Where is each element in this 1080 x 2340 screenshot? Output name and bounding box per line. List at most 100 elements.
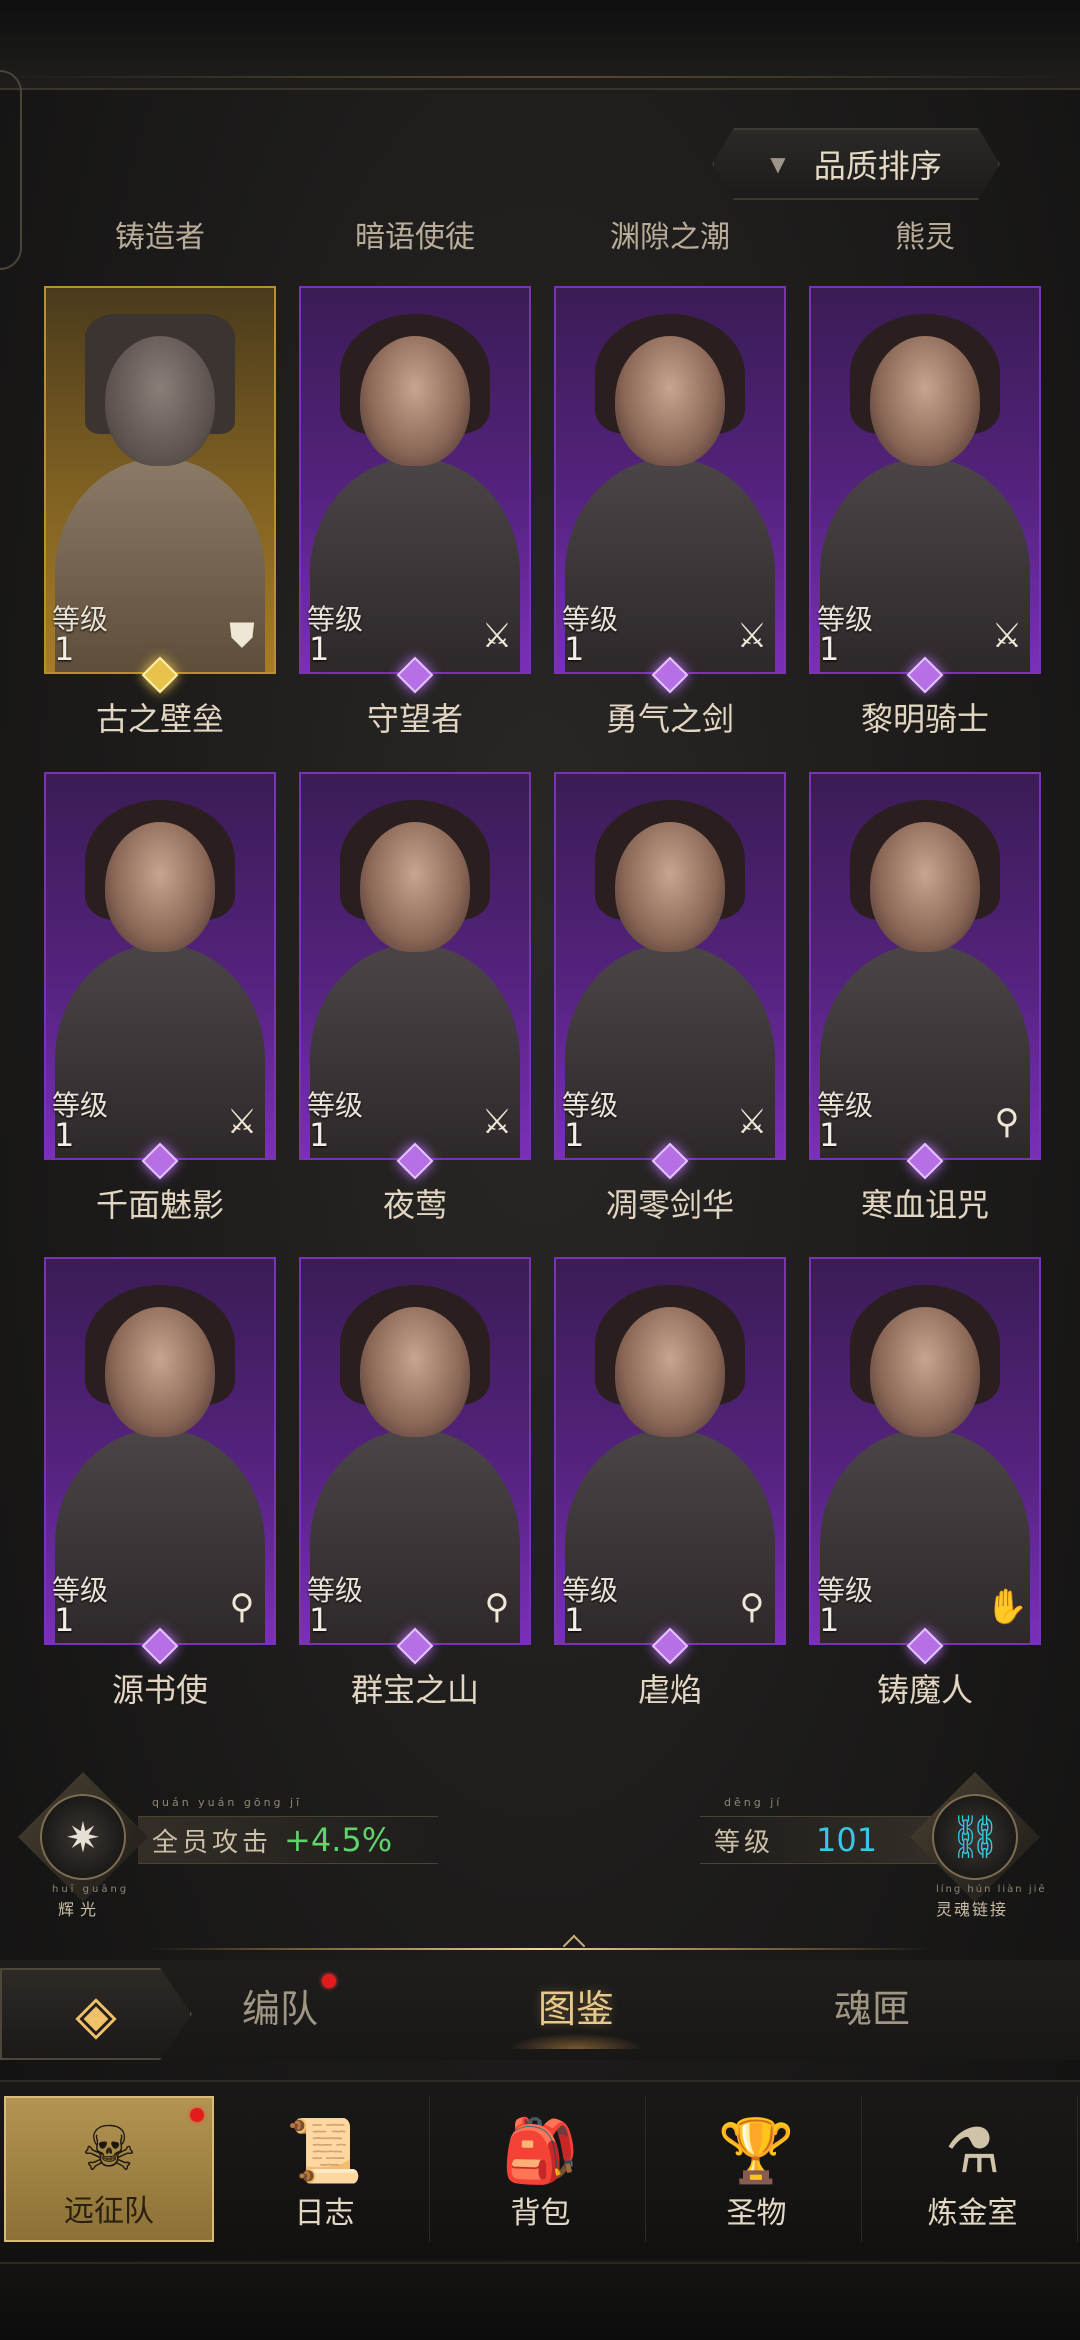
- level-label: 等级: [714, 1827, 775, 1858]
- team-attack-bonus[interactable]: 全员攻击 +4.5% quán yuán gōng jī ✷ huī guāng…: [18, 1772, 438, 1919]
- sword-icon: ⚔: [736, 616, 768, 656]
- partial-hero-name: 铸造者: [115, 220, 205, 252]
- soul-link-caption: 灵魂链接: [936, 1900, 1009, 1919]
- hero-card[interactable]: 等级 1 ⚔: [299, 772, 531, 1180]
- tab-formation[interactable]: 编队: [242, 1978, 318, 2033]
- hero-level-value: 1: [309, 630, 330, 668]
- bottom-ornament: [0, 2262, 1080, 2340]
- staff-icon: ⚲: [739, 1587, 765, 1627]
- sort-label: 品质排序: [813, 147, 942, 185]
- hero-level-value: 1: [54, 1601, 75, 1639]
- hero-card[interactable]: 等级 1 ⚔: [299, 286, 531, 694]
- hero-card[interactable]: 等级 1 ⚲: [554, 1257, 786, 1665]
- hero-level-value: 1: [54, 630, 75, 668]
- dropdown-arrow-icon: ▼: [770, 152, 786, 176]
- hero-name: 夜莺: [382, 1186, 447, 1224]
- hero-level-value: 1: [819, 630, 840, 668]
- nav-label: 圣物: [726, 2196, 787, 2231]
- hero-name: 勇气之剑: [605, 700, 734, 738]
- bag-icon: 🎒: [501, 2114, 580, 2187]
- chain-link-icon: ⛓: [932, 1794, 1018, 1880]
- partial-hero-name: 暗语使徒: [355, 220, 475, 252]
- nav-label: 背包: [510, 2196, 571, 2231]
- hero-name: 源书使: [111, 1671, 208, 1709]
- hand-icon: ✋: [985, 1587, 1029, 1627]
- helmet-icon: ☠: [81, 2112, 137, 2185]
- sword-icon: ⚔: [481, 616, 513, 656]
- hero-level-value: 1: [564, 630, 585, 668]
- hero-level-value: 1: [309, 1601, 330, 1639]
- hero-level-value: 1: [819, 1116, 840, 1154]
- hero-card[interactable]: 等级 1 ⛊: [44, 286, 276, 694]
- attack-bonus-bar: 全员攻击 +4.5%: [138, 1816, 438, 1864]
- soul-link-level-bar: 等级 101: [700, 1816, 940, 1864]
- nav-scroll[interactable]: 📜 日志: [220, 2096, 430, 2242]
- nav-bag[interactable]: 🎒 背包: [436, 2096, 646, 2242]
- glow-emblem-caption: 辉光: [58, 1900, 103, 1919]
- level-value: 101: [816, 1821, 878, 1859]
- chalice-icon: 🏆: [717, 2114, 796, 2187]
- shield-icon: ⛊: [229, 616, 255, 656]
- hero-level-value: 1: [54, 1116, 75, 1154]
- attack-value: +4.5%: [284, 1821, 393, 1859]
- hero-card[interactable]: 等级 1 ⚲: [44, 1257, 276, 1665]
- staff-icon: ⚲: [229, 1587, 255, 1627]
- glow-emblem-pinyin: huī guāng: [52, 1884, 130, 1895]
- back-button[interactable]: ◈: [0, 1968, 192, 2060]
- sword-icon: ⚔: [226, 1102, 258, 1142]
- tab-soul-box[interactable]: 魂匣: [834, 1978, 910, 2033]
- nav-label: 日志: [294, 2196, 355, 2231]
- staff-icon: ⚲: [484, 1587, 510, 1627]
- hero-name: 守望者: [366, 700, 463, 738]
- top-ornament: [0, 0, 1080, 90]
- hero-card[interactable]: 等级 1 ⚔: [554, 772, 786, 1180]
- notification-badge: [190, 2108, 204, 2122]
- hero-card[interactable]: 等级 1 ⚲: [299, 1257, 531, 1665]
- hero-card[interactable]: 等级 1 ✋: [809, 1257, 1041, 1665]
- alchemy-icon: ⚗: [944, 2114, 1001, 2187]
- sunburst-sword-icon: ✷: [40, 1794, 126, 1880]
- hero-card[interactable]: 等级 1 ⚔: [44, 772, 276, 1180]
- nav-label: 远征队: [64, 2194, 154, 2229]
- soul-link-level[interactable]: 等级 101 děng jí ⛓ líng hún liàn jiē 灵魂链接: [640, 1772, 1060, 1919]
- attack-pinyin: quán yuán gōng jī: [152, 1796, 303, 1809]
- hero-name: 寒血诅咒: [860, 1186, 989, 1224]
- hero-name: 千面魅影: [95, 1186, 224, 1224]
- sub-tab-bar: ◈ 编队 图鉴 魂匣: [0, 1960, 1080, 2060]
- glow-emblem[interactable]: ✷: [18, 1772, 148, 1902]
- bottom-navigation: ☠ 远征队 📜 日志 🎒 背包 🏆 圣物 ⚗ 炼金室: [0, 2080, 1080, 2260]
- hero-card[interactable]: 等级 1 ⚲: [809, 772, 1041, 1180]
- scroll-icon: 📜: [285, 2114, 364, 2187]
- tab-codex[interactable]: 图鉴: [507, 1978, 645, 2049]
- partial-hero-name: 熊灵: [895, 220, 955, 252]
- hero-name: 群宝之山: [350, 1671, 479, 1709]
- nav-helmet[interactable]: ☠ 远征队: [4, 2096, 214, 2242]
- soul-link-emblem[interactable]: ⛓: [910, 1772, 1040, 1902]
- hero-level-value: 1: [819, 1601, 840, 1639]
- hero-name: 虐焰: [637, 1671, 702, 1709]
- section-divider: [150, 1948, 930, 1950]
- hero-name: 黎明骑士: [860, 700, 989, 738]
- soul-link-pinyin: líng hún liàn jiē: [936, 1884, 1047, 1895]
- staff-icon: ⚲: [994, 1102, 1020, 1142]
- hero-card[interactable]: 等级 1 ⚔: [809, 286, 1041, 694]
- level-pinyin: děng jí: [724, 1796, 783, 1809]
- notification-badge: [322, 1974, 336, 1988]
- sword-icon: ⚔: [736, 1102, 768, 1142]
- hero-name: 古之壁垒: [95, 700, 224, 738]
- nav-chalice[interactable]: 🏆 圣物: [652, 2096, 862, 2242]
- arrow-diamond-icon: ◈: [75, 1982, 117, 2046]
- quality-sort-button[interactable]: ▼ 品质排序: [712, 128, 1000, 200]
- hero-level-value: 1: [564, 1601, 585, 1639]
- sword-icon: ⚔: [991, 616, 1023, 656]
- partial-hero-names-row: 铸造者 暗语使徒 渊隙之潮 熊灵: [0, 212, 1080, 252]
- attack-label: 全员攻击: [152, 1827, 273, 1858]
- hero-level-value: 1: [564, 1116, 585, 1154]
- nav-alchemy[interactable]: ⚗ 炼金室: [868, 2096, 1078, 2242]
- partial-hero-name: 渊隙之潮: [610, 220, 730, 252]
- hero-name: 铸魔人: [876, 1671, 973, 1709]
- hero-name: 凋零剑华: [605, 1186, 734, 1224]
- hero-level-value: 1: [309, 1116, 330, 1154]
- hero-card[interactable]: 等级 1 ⚔: [554, 286, 786, 694]
- sword-icon: ⚔: [481, 1102, 513, 1142]
